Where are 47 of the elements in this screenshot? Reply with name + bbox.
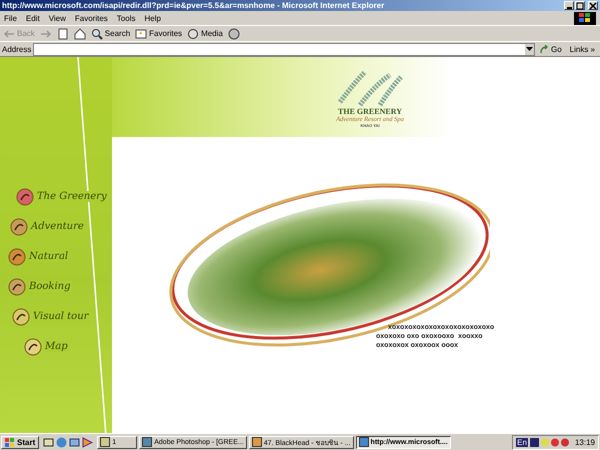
windows-logo-icon bbox=[5, 438, 15, 446]
arrow-icon bbox=[40, 28, 52, 40]
media-player-icon[interactable] bbox=[82, 436, 94, 448]
window-icon bbox=[142, 437, 152, 447]
window-title: http://www.microsoft.com/isapi/redir.dll?prd=ie&pver=5.5&ar=msnhome - Microsoft Internet Explorer bbox=[2, 1, 384, 10]
arrow-icon bbox=[540, 44, 549, 54]
fern-leaves-drawing bbox=[335, 67, 405, 107]
links-button[interactable]: Links » bbox=[566, 44, 598, 54]
nav-link[interactable]: Booking bbox=[29, 281, 72, 292]
nav-link[interactable]: The Greenery bbox=[37, 191, 108, 202]
close-button[interactable] bbox=[588, 1, 598, 10]
clock: 13:19 bbox=[574, 438, 595, 446]
start-button[interactable]: Start bbox=[1, 436, 40, 448]
menu-item[interactable]: File bbox=[4, 14, 17, 22]
envelope-icon[interactable] bbox=[69, 436, 80, 448]
nav-link[interactable]: Natural bbox=[29, 251, 70, 262]
tray-icons-drawing bbox=[530, 436, 570, 448]
go-button[interactable]: Go bbox=[536, 44, 565, 54]
home-button[interactable] bbox=[74, 28, 86, 40]
favorites-button[interactable]: Favorites bbox=[135, 28, 182, 40]
menu-item[interactable]: Tools bbox=[116, 14, 136, 22]
media-button[interactable]: Media bbox=[187, 28, 223, 40]
windows-logo-icon bbox=[574, 12, 596, 24]
window-icon bbox=[252, 437, 262, 447]
language-indicator[interactable]: En bbox=[516, 438, 528, 446]
refresh-button[interactable] bbox=[56, 28, 69, 40]
address-label: Address bbox=[2, 44, 32, 54]
maximize-button[interactable] bbox=[575, 1, 585, 10]
menu-item[interactable]: Favorites bbox=[74, 14, 108, 22]
nav-link[interactable]: Map bbox=[45, 341, 69, 352]
desktop-icon[interactable] bbox=[43, 436, 54, 448]
window-icon bbox=[100, 437, 110, 447]
search-icon bbox=[90, 28, 103, 40]
nav-link[interactable]: Visual tour bbox=[33, 311, 90, 322]
address-field[interactable] bbox=[33, 42, 535, 56]
minimize-button[interactable] bbox=[564, 1, 574, 10]
menu-item[interactable]: View bbox=[48, 14, 66, 22]
arrow-icon bbox=[3, 28, 15, 40]
menu-item[interactable]: Help bbox=[144, 14, 161, 22]
close-icon bbox=[589, 2, 597, 10]
maximize-icon bbox=[576, 2, 584, 10]
window-icon bbox=[358, 437, 369, 447]
menu-item[interactable]: Edit bbox=[26, 14, 40, 22]
logo-title: THE GREENERY bbox=[338, 107, 402, 116]
nav-link[interactable]: Adventure bbox=[31, 221, 85, 232]
minimize-icon bbox=[566, 6, 572, 8]
search-button[interactable]: Search bbox=[90, 28, 130, 40]
